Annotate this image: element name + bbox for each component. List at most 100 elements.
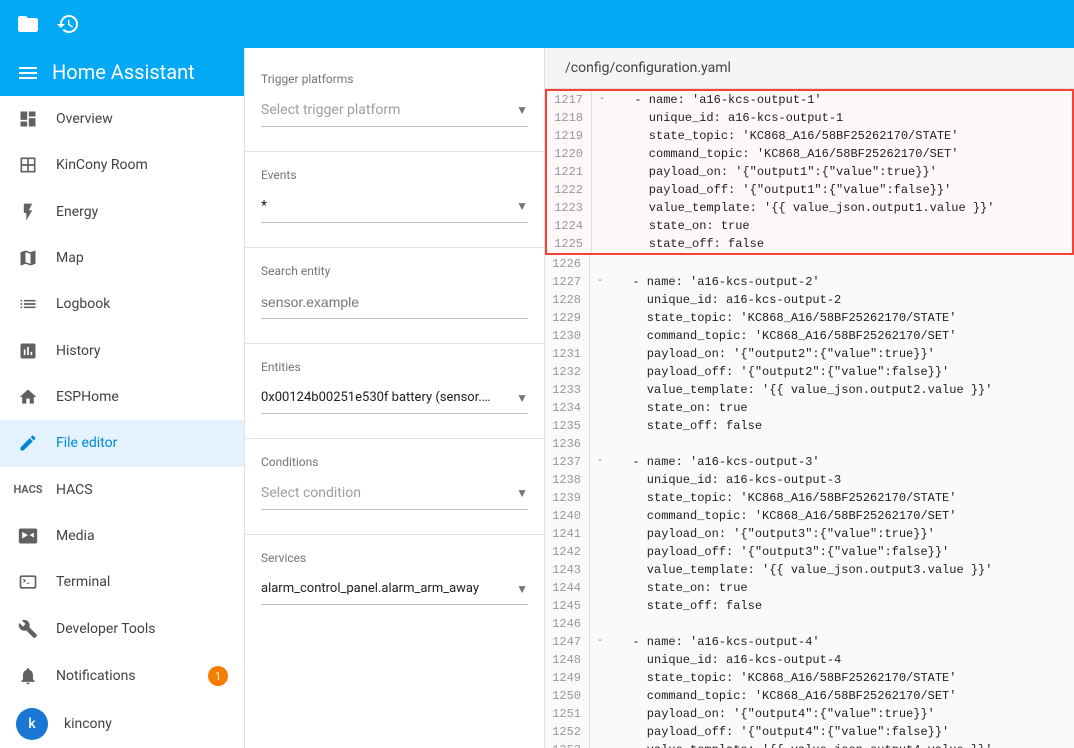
sidebar-label-user: kincony: [64, 716, 112, 732]
services-select[interactable]: alarm_control_panel.alarm_arm_away ▼: [261, 573, 528, 605]
code-body[interactable]: 1217- - name: 'a16-kcs-output-1'1218 uni…: [545, 89, 1074, 748]
line-gutter: [592, 235, 612, 253]
code-line[interactable]: 1241 payload_on: '{"output3":{"value":tr…: [545, 525, 1074, 543]
line-content: state_topic: 'KC868_A16/58BF25262170/STA…: [610, 669, 956, 687]
line-content: value_template: '{{ value_json.output2.v…: [610, 381, 992, 399]
search-entity-section: Search entity: [261, 264, 528, 319]
code-line[interactable]: 1237- - name: 'a16-kcs-output-3': [545, 453, 1074, 471]
sidebar-item-notifications[interactable]: Notifications 1: [0, 652, 244, 700]
sidebar-item-logbook[interactable]: Logbook: [0, 281, 244, 327]
search-entity-input[interactable]: [261, 286, 528, 319]
code-line[interactable]: 1219 state_topic: 'KC868_A16/58BF2526217…: [545, 127, 1074, 145]
code-line[interactable]: 1217- - name: 'a16-kcs-output-1': [545, 89, 1074, 109]
sidebar-item-user[interactable]: k kincony: [0, 700, 244, 748]
line-gutter: [592, 127, 612, 145]
code-line[interactable]: 1250 command_topic: 'KC868_A16/58BF25262…: [545, 687, 1074, 705]
line-number: 1219: [547, 127, 592, 145]
sidebar-item-map[interactable]: Map: [0, 235, 244, 281]
code-line[interactable]: 1224 state_on: true: [545, 217, 1074, 235]
code-line[interactable]: 1240 command_topic: 'KC868_A16/58BF25262…: [545, 507, 1074, 525]
entities-label: Entities: [261, 360, 528, 374]
line-gutter: [590, 525, 610, 543]
line-gutter: [590, 705, 610, 723]
code-line[interactable]: 1243 value_template: '{{ value_json.outp…: [545, 561, 1074, 579]
sidebar-item-terminal[interactable]: Terminal: [0, 559, 244, 605]
sidebar-item-file-editor[interactable]: File editor: [0, 420, 244, 466]
line-content: [610, 255, 618, 273]
history-icon[interactable]: [56, 12, 80, 36]
code-line[interactable]: 1230 command_topic: 'KC868_A16/58BF25262…: [545, 327, 1074, 345]
code-line[interactable]: 1248 unique_id: a16-kcs-output-4: [545, 651, 1074, 669]
code-line[interactable]: 1252 payload_off: '{"output4":{"value":f…: [545, 723, 1074, 741]
code-line[interactable]: 1249 state_topic: 'KC868_A16/58BF2526217…: [545, 669, 1074, 687]
line-number: 1220: [547, 145, 592, 163]
conditions-select[interactable]: Select condition ▼: [261, 477, 528, 510]
line-number: 1224: [547, 217, 592, 235]
sidebar-header: Home Assistant: [0, 48, 244, 96]
line-number: 1238: [545, 471, 590, 489]
map-icon: [16, 246, 40, 270]
code-line[interactable]: 1239 state_topic: 'KC868_A16/58BF2526217…: [545, 489, 1074, 507]
sidebar-bottom: Notifications 1 k kincony: [0, 652, 244, 748]
sidebar-item-developer-tools[interactable]: Developer Tools: [0, 606, 244, 652]
line-content: unique_id: a16-kcs-output-1: [612, 109, 843, 127]
sidebar-label-history: History: [56, 343, 101, 359]
code-line[interactable]: 1226: [545, 255, 1074, 273]
code-line[interactable]: 1220 command_topic: 'KC868_A16/58BF25262…: [545, 145, 1074, 163]
code-line[interactable]: 1251 payload_on: '{"output4":{"value":tr…: [545, 705, 1074, 723]
code-line[interactable]: 1227- - name: 'a16-kcs-output-2': [545, 273, 1074, 291]
line-content: [610, 435, 618, 453]
search-entity-label: Search entity: [261, 264, 528, 278]
code-line[interactable]: 1234 state_on: true: [545, 399, 1074, 417]
line-content: - name: 'a16-kcs-output-3': [610, 453, 820, 471]
divider-1: [245, 151, 544, 152]
sidebar-item-overview[interactable]: Overview: [0, 96, 244, 142]
sidebar: Home Assistant Overview KinCony Room Ene…: [0, 48, 245, 748]
code-line[interactable]: 1247- - name: 'a16-kcs-output-4': [545, 633, 1074, 651]
sidebar-item-hacs[interactable]: HACS HACS: [0, 467, 244, 513]
code-line[interactable]: 1229 state_topic: 'KC868_A16/58BF2526217…: [545, 309, 1074, 327]
sidebar-item-energy[interactable]: Energy: [0, 189, 244, 235]
menu-icon[interactable]: [16, 59, 40, 85]
line-number: 1232: [545, 363, 590, 381]
sidebar-item-media[interactable]: Media: [0, 513, 244, 559]
code-line[interactable]: 1222 payload_off: '{"output1":{"value":f…: [545, 181, 1074, 199]
code-line[interactable]: 1236: [545, 435, 1074, 453]
events-section: Events * ▼: [261, 168, 528, 223]
line-gutter: [592, 199, 612, 217]
developer-tools-icon: [16, 617, 40, 641]
conditions-select-arrow: ▼: [516, 486, 528, 500]
line-number: 1244: [545, 579, 590, 597]
code-line[interactable]: 1232 payload_off: '{"output2":{"value":f…: [545, 363, 1074, 381]
file-editor-icon: [16, 431, 40, 455]
entities-select[interactable]: 0x00124b00251e530f battery (sensor.0... …: [261, 382, 528, 414]
folder-icon[interactable]: [16, 12, 40, 36]
line-gutter: [590, 381, 610, 399]
code-line[interactable]: 1253 value_template: '{{ value_json.outp…: [545, 741, 1074, 748]
sidebar-item-kincony-room[interactable]: KinCony Room: [0, 142, 244, 188]
code-line[interactable]: 1228 unique_id: a16-kcs-output-2: [545, 291, 1074, 309]
code-line[interactable]: 1244 state_on: true: [545, 579, 1074, 597]
sidebar-item-esphome[interactable]: ESPHome: [0, 374, 244, 420]
code-line[interactable]: 1242 payload_off: '{"output3":{"value":f…: [545, 543, 1074, 561]
code-line[interactable]: 1233 value_template: '{{ value_json.outp…: [545, 381, 1074, 399]
line-content: state_off: false: [610, 417, 762, 435]
code-line[interactable]: 1225 state_off: false: [545, 235, 1074, 255]
code-line[interactable]: 1245 state_off: false: [545, 597, 1074, 615]
line-gutter: [590, 561, 610, 579]
history-nav-icon: [16, 339, 40, 363]
code-line[interactable]: 1223 value_template: '{{ value_json.outp…: [545, 199, 1074, 217]
content-area: Trigger platforms Select trigger platfor…: [245, 48, 1074, 748]
line-gutter: [590, 687, 610, 705]
code-line[interactable]: 1218 unique_id: a16-kcs-output-1: [545, 109, 1074, 127]
code-line[interactable]: 1231 payload_on: '{"output2":{"value":tr…: [545, 345, 1074, 363]
trigger-select[interactable]: Select trigger platform ▼: [261, 94, 528, 127]
line-gutter: [592, 163, 612, 181]
events-select[interactable]: * ▼: [261, 190, 528, 223]
code-line[interactable]: 1235 state_off: false: [545, 417, 1074, 435]
sidebar-item-history[interactable]: History: [0, 328, 244, 374]
code-line[interactable]: 1238 unique_id: a16-kcs-output-3: [545, 471, 1074, 489]
line-gutter: [590, 507, 610, 525]
code-line[interactable]: 1221 payload_on: '{"output1":{"value":tr…: [545, 163, 1074, 181]
code-line[interactable]: 1246: [545, 615, 1074, 633]
